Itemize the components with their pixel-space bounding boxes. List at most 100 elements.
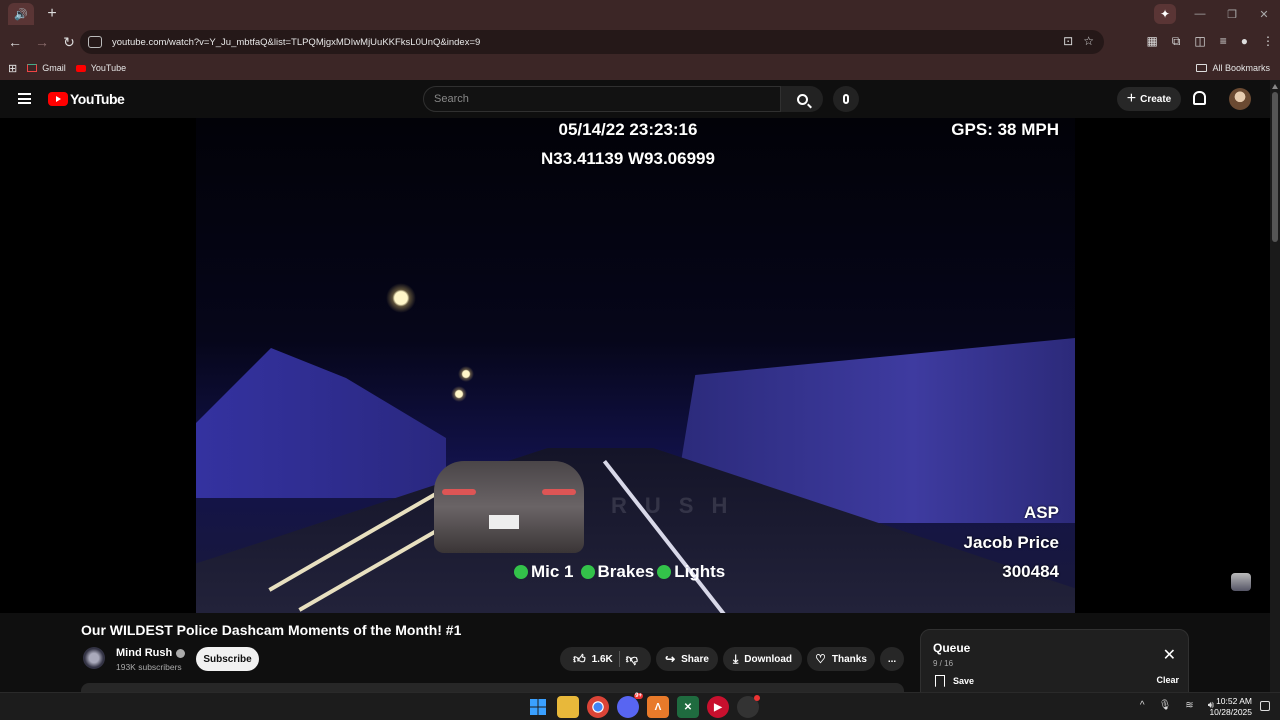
- new-tab-button[interactable]: +: [42, 5, 62, 23]
- share-label: Share: [681, 653, 709, 665]
- all-bookmarks[interactable]: All Bookmarks: [1196, 63, 1270, 73]
- save-label: Save: [953, 676, 975, 686]
- car: [434, 461, 584, 553]
- voice-search-button[interactable]: [833, 86, 859, 112]
- maximize-button[interactable]: ❐: [1216, 8, 1248, 21]
- thanks-button[interactable]: ♡ Thanks: [807, 647, 875, 671]
- bookmark-youtube[interactable]: YouTube: [75, 63, 126, 73]
- site-info-icon[interactable]: [88, 36, 102, 48]
- scrollbar-thumb[interactable]: [1272, 92, 1278, 242]
- search-button[interactable]: [781, 86, 823, 112]
- channel-name-link[interactable]: Mind Rush: [116, 647, 186, 659]
- like-count[interactable]: 1.6K: [592, 654, 613, 665]
- overlay-agency: ASP: [1024, 503, 1059, 522]
- more-actions-button[interactable]: ...: [880, 647, 904, 671]
- street-light: [386, 283, 416, 313]
- gemini-icon[interactable]: ✦: [1154, 4, 1176, 24]
- thumbs-down-icon[interactable]: 👎︎: [626, 652, 638, 667]
- create-button[interactable]: + Create: [1117, 87, 1181, 111]
- notification-center-icon[interactable]: [1260, 701, 1270, 711]
- youtube-wordmark: YouTube: [70, 91, 125, 107]
- plus-icon: +: [1126, 90, 1137, 107]
- green-dot-icon: [514, 565, 528, 579]
- scroll-up-arrow-icon[interactable]: [1272, 84, 1278, 89]
- excel-icon[interactable]: ✕: [677, 696, 699, 718]
- close-window-button[interactable]: ✕: [1248, 8, 1280, 21]
- file-explorer-icon[interactable]: [557, 696, 579, 718]
- chrome-icon[interactable]: [587, 696, 609, 718]
- subscriber-count: 193K subscribers: [116, 662, 182, 672]
- video-player[interactable]: RUSH 05/14/22 23:23:16 N33.41139 W93.069…: [0, 118, 1270, 613]
- clock-time: 10:52 AM: [1216, 696, 1252, 706]
- youtube-header: YouTube Search + Create: [0, 80, 1280, 118]
- discord-icon[interactable]: 9+: [617, 693, 643, 718]
- channel-avatar[interactable]: [83, 647, 105, 669]
- close-icon[interactable]: ✕: [1163, 645, 1176, 665]
- tail-light: [442, 489, 476, 495]
- youtube-icon: [75, 64, 86, 72]
- queue-save-button[interactable]: Save: [935, 675, 974, 687]
- queue-clear-button[interactable]: Clear: [1156, 675, 1179, 685]
- bookmark-gmail[interactable]: Gmail: [27, 63, 66, 73]
- app-clock-icon[interactable]: [737, 695, 760, 718]
- side-panel-icon[interactable]: ◫: [1194, 34, 1205, 49]
- url-text: youtube.com/watch?v=Y_Ju_mbtfaQ&list=TLP…: [112, 36, 481, 48]
- video-frame: RUSH: [196, 118, 1075, 613]
- tail-light: [542, 489, 576, 495]
- show-hidden-icons-chevron-icon[interactable]: ^: [1140, 700, 1145, 711]
- clock-date: 10/28/2025: [1209, 707, 1252, 717]
- search-icon: [796, 93, 808, 105]
- profile-icon[interactable]: ●: [1241, 34, 1248, 49]
- minimize-button[interactable]: —: [1184, 8, 1216, 20]
- all-bookmarks-label: All Bookmarks: [1212, 63, 1270, 73]
- download-label: Download: [744, 653, 793, 665]
- verified-check-icon: [176, 648, 186, 658]
- youtube-logo[interactable]: YouTube: [48, 91, 125, 107]
- bookmark-label: Gmail: [42, 63, 66, 73]
- app-a-icon[interactable]: Λ: [647, 696, 669, 718]
- windows-start-icon[interactable]: [527, 696, 549, 718]
- menu-kebab-icon[interactable]: ⋮: [1262, 34, 1274, 49]
- overlay-gps-speed: GPS: 38 MPH: [951, 120, 1059, 139]
- extension-icon[interactable]: ▦: [1146, 34, 1157, 49]
- wifi-icon[interactable]: ≋: [1185, 700, 1193, 711]
- hamburger-menu-icon[interactable]: [18, 93, 31, 104]
- indicator-mic: Mic 1: [531, 562, 574, 581]
- apps-grid-icon[interactable]: ⊞: [8, 62, 17, 75]
- media-controls-icon[interactable]: ≡: [1220, 34, 1227, 49]
- address-bar[interactable]: youtube.com/watch?v=Y_Ju_mbtfaQ&list=TLP…: [80, 30, 1104, 54]
- media-player-icon[interactable]: ▶: [707, 696, 729, 718]
- indicator-lights: Lights: [674, 562, 726, 581]
- audio-playing-icon: 🔊: [14, 8, 28, 21]
- window-controls: — ❐ ✕: [1184, 0, 1280, 28]
- channel-branding-icon[interactable]: [1231, 573, 1251, 591]
- page-scrollbar[interactable]: [1270, 80, 1280, 692]
- overlay-unit-id: 300484: [1002, 562, 1059, 581]
- overlay-datetime: 05/14/22 23:23:16: [558, 120, 698, 139]
- thanks-label: Thanks: [831, 653, 867, 665]
- youtube-play-icon: [48, 92, 68, 106]
- green-dot-icon: [580, 565, 595, 579]
- bookmark-star-icon[interactable]: ☆: [1083, 34, 1094, 48]
- queue-title: Queue: [933, 641, 971, 655]
- notification-dot: [754, 695, 760, 701]
- extensions-puzzle-icon[interactable]: ⧉: [1172, 34, 1181, 49]
- share-button[interactable]: ↪ Share: [656, 647, 718, 671]
- subscribe-button[interactable]: Subscribe: [196, 647, 259, 671]
- browser-tab-youtube[interactable]: 🔊: [8, 3, 34, 25]
- queue-panel: Queue 9 / 16 ✕ Save Clear: [920, 629, 1189, 693]
- back-button[interactable]: ←: [3, 34, 27, 50]
- notifications-bell-icon[interactable]: [1193, 91, 1206, 105]
- download-button[interactable]: ⤓ Download: [723, 647, 802, 671]
- install-app-icon[interactable]: ⊡: [1063, 34, 1073, 48]
- system-clock[interactable]: 10:52 AM 10/28/2025: [1209, 696, 1252, 718]
- street-light: [458, 366, 474, 382]
- thumbs-up-icon[interactable]: 👍︎: [573, 652, 586, 667]
- search-input[interactable]: Search: [423, 86, 781, 112]
- user-avatar[interactable]: [1229, 88, 1251, 110]
- microphone-tray-icon[interactable]: 🎙︎: [1159, 700, 1172, 711]
- forward-button[interactable]: →: [30, 34, 54, 50]
- street-light: [451, 386, 467, 402]
- reload-button[interactable]: ↻: [57, 34, 81, 51]
- overlay-officer: Jacob Price: [963, 533, 1059, 552]
